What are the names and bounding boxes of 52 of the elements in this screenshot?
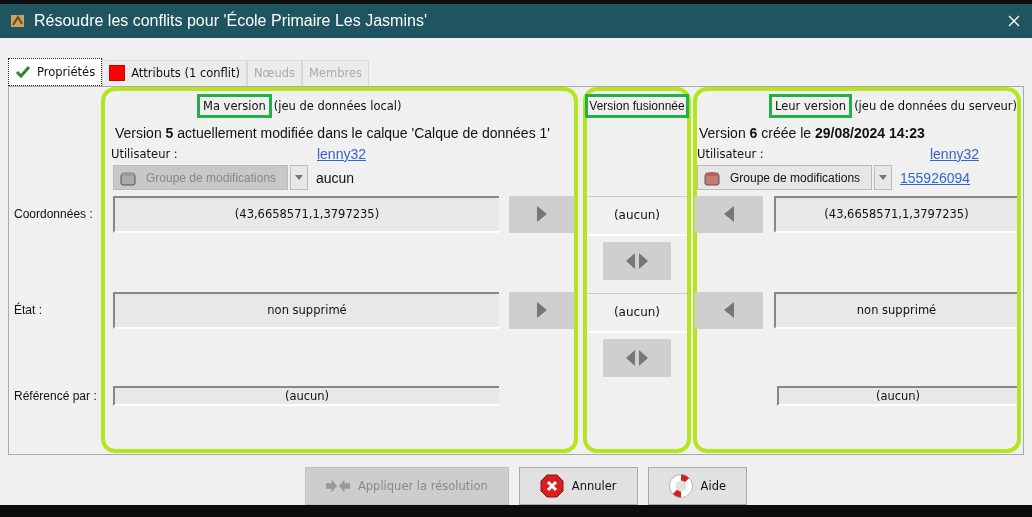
checkmark-icon bbox=[15, 63, 31, 80]
changeset-link[interactable]: 155926094 bbox=[900, 169, 971, 186]
changeset-button[interactable]: Groupe de modifications bbox=[697, 165, 872, 191]
merged-value: (aucun) bbox=[613, 208, 661, 223]
value-field: (43,6658571,1,3797235) bbox=[774, 195, 1017, 233]
window-title: Résoudre les conflits pour 'École Primaire Les Jasmins' bbox=[34, 12, 428, 30]
dialog-button[interactable]: Aide bbox=[647, 467, 748, 505]
right-triangle-icon bbox=[536, 302, 547, 319]
field-label: État : bbox=[14, 302, 42, 317]
value-field: (aucun) bbox=[113, 385, 499, 406]
user-link[interactable]: lenny32 bbox=[316, 145, 366, 162]
double-triangle-icon bbox=[626, 252, 648, 269]
tab[interactable]: Propriétés bbox=[8, 57, 103, 86]
left-triangle-icon bbox=[724, 206, 734, 223]
field-label: Référencé par : bbox=[14, 388, 97, 403]
value-field: non supprimé bbox=[774, 291, 1017, 329]
take-left-button[interactable] bbox=[695, 291, 763, 329]
version-info: Version 5 actuellement modifiée dans le calque 'Calque de données 1' bbox=[115, 124, 550, 141]
field-label: Coordonnées : bbox=[14, 206, 93, 221]
take-right-button[interactable] bbox=[509, 195, 574, 233]
merged-heading: Version fusionnée bbox=[585, 93, 689, 118]
value-field: (aucun) bbox=[777, 385, 1017, 406]
user-label: Utilisateur : bbox=[697, 146, 764, 161]
conflict-marker-icon bbox=[109, 65, 126, 82]
version-heading: Leur version bbox=[769, 93, 853, 118]
changeset-value: aucun bbox=[316, 169, 355, 186]
dropdown-button[interactable] bbox=[290, 165, 308, 191]
value-field: non supprimé bbox=[113, 291, 499, 329]
left-triangle-icon bbox=[724, 302, 734, 319]
merge-both-button[interactable] bbox=[603, 241, 671, 280]
version-info: Version 6 créée le 29/08/2024 14:23 bbox=[699, 124, 925, 141]
tab[interactable]: Attributs (1 conflit) bbox=[102, 59, 247, 86]
app-icon bbox=[10, 13, 26, 29]
double-triangle-icon bbox=[626, 349, 648, 366]
lifebuoy-icon bbox=[668, 474, 693, 498]
take-left-button[interactable] bbox=[695, 195, 763, 233]
right-triangle-icon bbox=[536, 206, 547, 223]
caret-icon bbox=[295, 175, 303, 181]
caret-icon bbox=[879, 175, 887, 181]
user-label: Utilisateur : bbox=[111, 146, 178, 161]
merged-value: (aucun) bbox=[613, 305, 661, 320]
version-heading: Ma version bbox=[197, 93, 272, 118]
take-right-button[interactable] bbox=[509, 291, 574, 329]
close-icon[interactable] bbox=[1008, 15, 1020, 27]
heading-note: (jeu de données du serveur) bbox=[854, 98, 1017, 113]
user-link[interactable]: lenny32 bbox=[929, 145, 979, 162]
merge-both-button[interactable] bbox=[603, 338, 671, 377]
value-field: (43,6658571,1,3797235) bbox=[113, 195, 499, 233]
error-icon bbox=[539, 474, 564, 498]
heading-note: (jeu de données local) bbox=[273, 98, 402, 113]
dropdown-button[interactable] bbox=[874, 165, 892, 191]
dialog-button[interactable]: Annuler bbox=[518, 467, 638, 505]
